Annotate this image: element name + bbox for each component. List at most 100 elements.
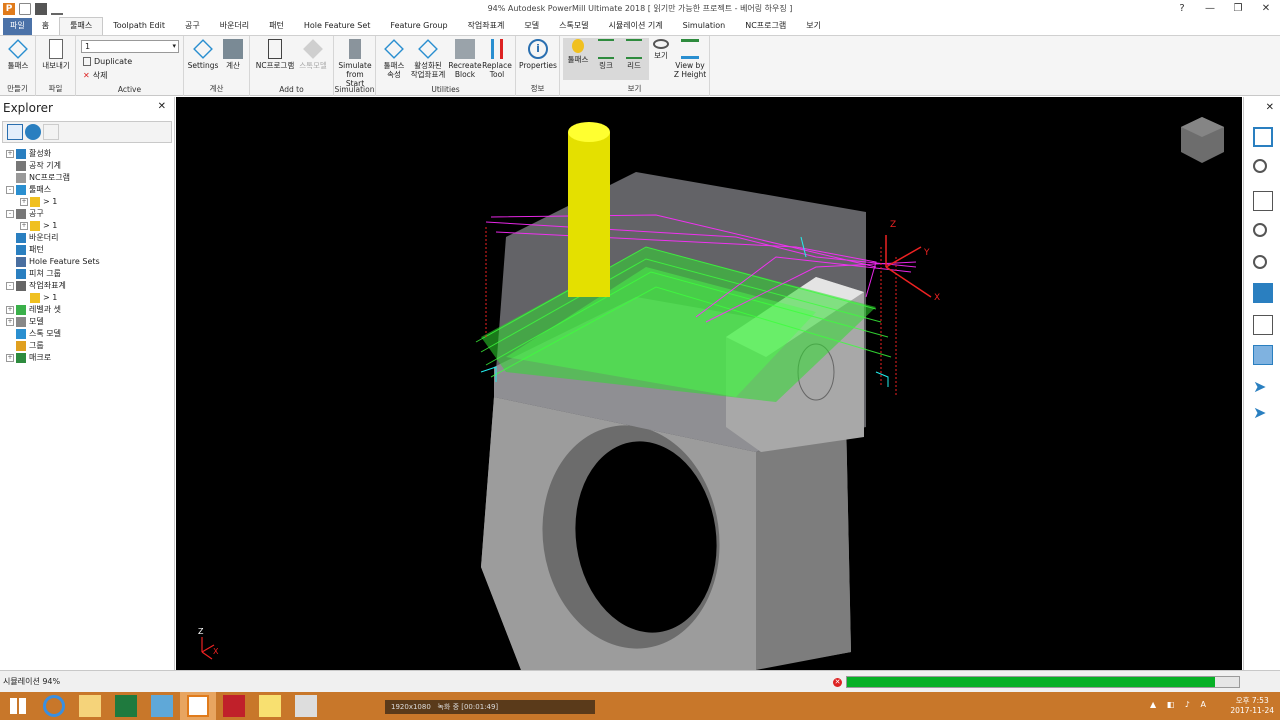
stop-simulation-icon[interactable]: ✕ <box>833 678 842 687</box>
delete-button[interactable]: ✕ 삭제 <box>83 70 107 81</box>
tree-expander-icon[interactable]: - <box>6 282 14 290</box>
taskbar-explorer[interactable] <box>72 692 108 720</box>
tree-item[interactable]: NC프로그램 <box>0 172 174 184</box>
select-cursor-icon[interactable]: ➤ <box>1253 377 1273 397</box>
zoom-box-icon[interactable] <box>1253 223 1267 237</box>
tab-file[interactable]: 파일 <box>3 18 32 35</box>
tree-expander-icon[interactable] <box>6 234 14 242</box>
create-toolpath-button[interactable]: 툴패스 <box>4 39 32 70</box>
deselect-cursor-icon[interactable]: ➤ <box>1253 403 1273 423</box>
zoom-out-icon[interactable] <box>1253 255 1267 269</box>
tree-expander-icon[interactable]: - <box>6 186 14 194</box>
view-leads-toggle[interactable]: 리드 <box>620 39 648 70</box>
tree-expander-icon[interactable] <box>6 270 14 278</box>
tree-expander-icon[interactable]: + <box>6 354 14 362</box>
add-to-nc-program-button[interactable]: NC프로그램 <box>254 39 296 70</box>
tree-item[interactable]: - 공구 <box>0 208 174 220</box>
taskbar-ie[interactable] <box>36 692 72 720</box>
taskbar-app[interactable] <box>144 692 180 720</box>
tab-workplane[interactable]: 작업좌표계 <box>458 18 515 35</box>
tree-item[interactable]: Hole Feature Sets <box>0 256 174 268</box>
close-icon[interactable]: ✕ <box>1266 102 1274 113</box>
restore-button[interactable]: ❐ <box>1224 0 1252 17</box>
tree-view-icon[interactable] <box>7 124 23 140</box>
start-button[interactable] <box>0 692 36 720</box>
3d-model-view[interactable]: Z Y X Z X <box>176 97 1242 670</box>
duplicate-button[interactable]: Duplicate <box>83 57 132 66</box>
tab-home[interactable]: 홈 <box>32 18 59 35</box>
settings-button[interactable]: Settings <box>186 39 220 70</box>
tree-item[interactable]: 피쳐 그룹 <box>0 268 174 280</box>
view-options-button[interactable]: 보기 <box>650 39 672 60</box>
tree-item[interactable]: + 모델 <box>0 316 174 328</box>
toolpath-properties-button[interactable]: 툴패스 속성 <box>378 39 410 79</box>
tree-expander-icon[interactable] <box>6 246 14 254</box>
tab-boundary[interactable]: 바운더리 <box>210 18 259 35</box>
view-iso-icon[interactable] <box>1253 127 1273 147</box>
active-toolpath-select[interactable]: 1 ▾ <box>81 40 179 53</box>
properties-button[interactable]: i Properties <box>518 39 558 70</box>
tree-expander-icon[interactable] <box>20 294 28 302</box>
help-button[interactable]: ? <box>1168 0 1196 17</box>
tree-expander-icon[interactable]: + <box>6 150 14 158</box>
tree-expander-icon[interactable]: + <box>20 198 28 206</box>
calculate-button[interactable]: 계산 <box>220 39 246 70</box>
screen-recorder-bar[interactable]: 1920x1080 녹화 중 [00:01:49] <box>385 700 595 714</box>
tree-expander-icon[interactable]: + <box>6 306 14 314</box>
tab-toolpath-edit[interactable]: Toolpath Edit <box>103 18 175 35</box>
globe-icon[interactable] <box>25 124 41 140</box>
tab-sim-machine[interactable]: 시뮬레이션 기계 <box>599 18 673 35</box>
tree-expander-icon[interactable] <box>6 174 14 182</box>
view-by-z-height-button[interactable]: View by Z Height <box>672 39 708 79</box>
tree-item[interactable]: 그룹 <box>0 340 174 352</box>
tab-stock-model[interactable]: 스톡모델 <box>549 18 598 35</box>
wireframe-icon[interactable] <box>1253 315 1273 335</box>
view-toolpath-toggle[interactable]: 툴패스 <box>564 39 592 64</box>
tab-feature-group[interactable]: Feature Group <box>380 18 457 35</box>
tree-expander-icon[interactable] <box>6 342 14 350</box>
clipboard-icon[interactable] <box>43 124 59 140</box>
tree-item[interactable]: + > 1 <box>0 196 174 208</box>
shaded-view-icon[interactable] <box>1253 283 1273 303</box>
tree-item[interactable]: 바운더리 <box>0 232 174 244</box>
reset-view-icon[interactable] <box>1253 191 1273 211</box>
replace-tool-button[interactable]: Replace Tool <box>482 39 512 79</box>
tree-item[interactable]: > 1 <box>0 292 174 304</box>
tab-pattern[interactable]: 패턴 <box>259 18 294 35</box>
tree-expander-icon[interactable] <box>6 258 14 266</box>
export-button[interactable]: 내보내기 <box>40 39 72 70</box>
tree-expander-icon[interactable]: + <box>6 318 14 326</box>
taskbar-folder2[interactable] <box>252 692 288 720</box>
tab-toolpath[interactable]: 툴패스 <box>59 17 104 35</box>
view-links-toggle[interactable]: 링크 <box>592 39 620 70</box>
simulate-from-start-button[interactable]: Simulate from Start <box>336 39 374 88</box>
taskbar-excel[interactable] <box>108 692 144 720</box>
zoom-icon[interactable] <box>1253 159 1267 173</box>
close-button[interactable]: ✕ <box>1252 0 1280 17</box>
tree-expander-icon[interactable] <box>6 330 14 338</box>
tab-simulation[interactable]: Simulation <box>673 18 736 35</box>
tree-expander-icon[interactable] <box>6 162 14 170</box>
tree-item[interactable]: + 레벨과 셋 <box>0 304 174 316</box>
taskbar-tool[interactable] <box>288 692 324 720</box>
tree-item[interactable]: 패턴 <box>0 244 174 256</box>
minimize-button[interactable]: — <box>1196 0 1224 17</box>
tree-item[interactable]: + 매크로 <box>0 352 174 364</box>
recreate-block-button[interactable]: Recreate Block <box>448 39 482 79</box>
tree-item[interactable]: 공작 기계 <box>0 160 174 172</box>
taskbar-powermill[interactable] <box>180 692 216 720</box>
tree-item[interactable]: + 활성화 <box>0 148 174 160</box>
tree-item[interactable]: - 작업좌표계 <box>0 280 174 292</box>
tree-expander-icon[interactable]: + <box>20 222 28 230</box>
activate-workplane-button[interactable]: 활성화된 작업좌표계 <box>410 39 446 79</box>
close-icon[interactable]: ✕ <box>158 101 166 112</box>
tree-item[interactable]: + > 1 <box>0 220 174 232</box>
taskbar-solidworks[interactable] <box>216 692 252 720</box>
tree-item[interactable]: 스톡 모델 <box>0 328 174 340</box>
shaded-wireframe-icon[interactable] <box>1253 345 1273 365</box>
tree-item[interactable]: - 툴패스 <box>0 184 174 196</box>
tab-model[interactable]: 모델 <box>514 18 549 35</box>
tree-expander-icon[interactable]: - <box>6 210 14 218</box>
system-tray[interactable]: ▲ ◧ ♪ A <box>1150 700 1210 709</box>
clock[interactable]: 오후 7:53 2017-11-24 <box>1230 696 1274 716</box>
